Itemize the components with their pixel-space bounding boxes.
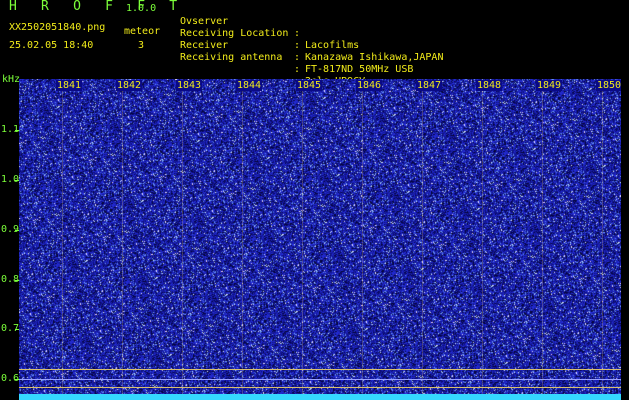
info-value: Kanazawa Ishikawa,JAPAN	[305, 52, 444, 63]
marker-line	[19, 379, 621, 380]
time-gridline	[422, 79, 423, 400]
time-gridline	[242, 79, 243, 400]
app-title: H R O F F T	[9, 0, 186, 14]
meteor-label: meteor	[124, 26, 161, 37]
time-tick-label: 1844	[236, 80, 263, 91]
time-gridline	[482, 79, 483, 400]
time-gridline	[182, 79, 183, 400]
time-tick-label: 1848	[476, 80, 503, 91]
time-gridline	[542, 79, 543, 400]
time-gridline	[602, 79, 603, 400]
info-separator: :	[294, 40, 301, 51]
meteor-count: 3	[138, 40, 145, 51]
signal-level-strip	[19, 394, 621, 400]
info-value: FT-817ND 50MHz USB	[305, 64, 414, 75]
spectrogram-noise	[19, 79, 621, 400]
time-tick-label: 1846	[356, 80, 383, 91]
time-tick-label: 1850	[596, 80, 621, 91]
time-gridline	[122, 79, 123, 400]
time-tick-label: 1841	[56, 80, 83, 91]
info-separator: :	[294, 28, 301, 39]
time-tick-label: 1842	[116, 80, 143, 91]
app-version: 1.0.0	[126, 3, 157, 14]
frequency-unit-label: kHz	[2, 74, 21, 85]
time-tick-label: 1847	[416, 80, 443, 91]
info-key: Receiving antenna	[180, 52, 283, 63]
marker-line	[19, 387, 621, 388]
time-tick-label: 1843	[176, 80, 203, 91]
file-name: XX2502051840.png	[9, 22, 106, 33]
time-gridline	[302, 79, 303, 400]
time-tick-label: 1849	[536, 80, 563, 91]
time-tick-label: 1845	[296, 80, 323, 91]
info-separator: :	[294, 64, 301, 75]
spectrogram-waterfall: 1841 1842 1843 1844 1845 1846 1847 1848 …	[19, 79, 621, 400]
marker-line	[19, 369, 621, 370]
timestamp: 25.02.05 18:40	[9, 40, 94, 51]
info-separator: :	[294, 52, 301, 63]
info-value: Lacofilms	[305, 40, 360, 51]
time-gridline	[62, 79, 63, 400]
time-gridline	[362, 79, 363, 400]
